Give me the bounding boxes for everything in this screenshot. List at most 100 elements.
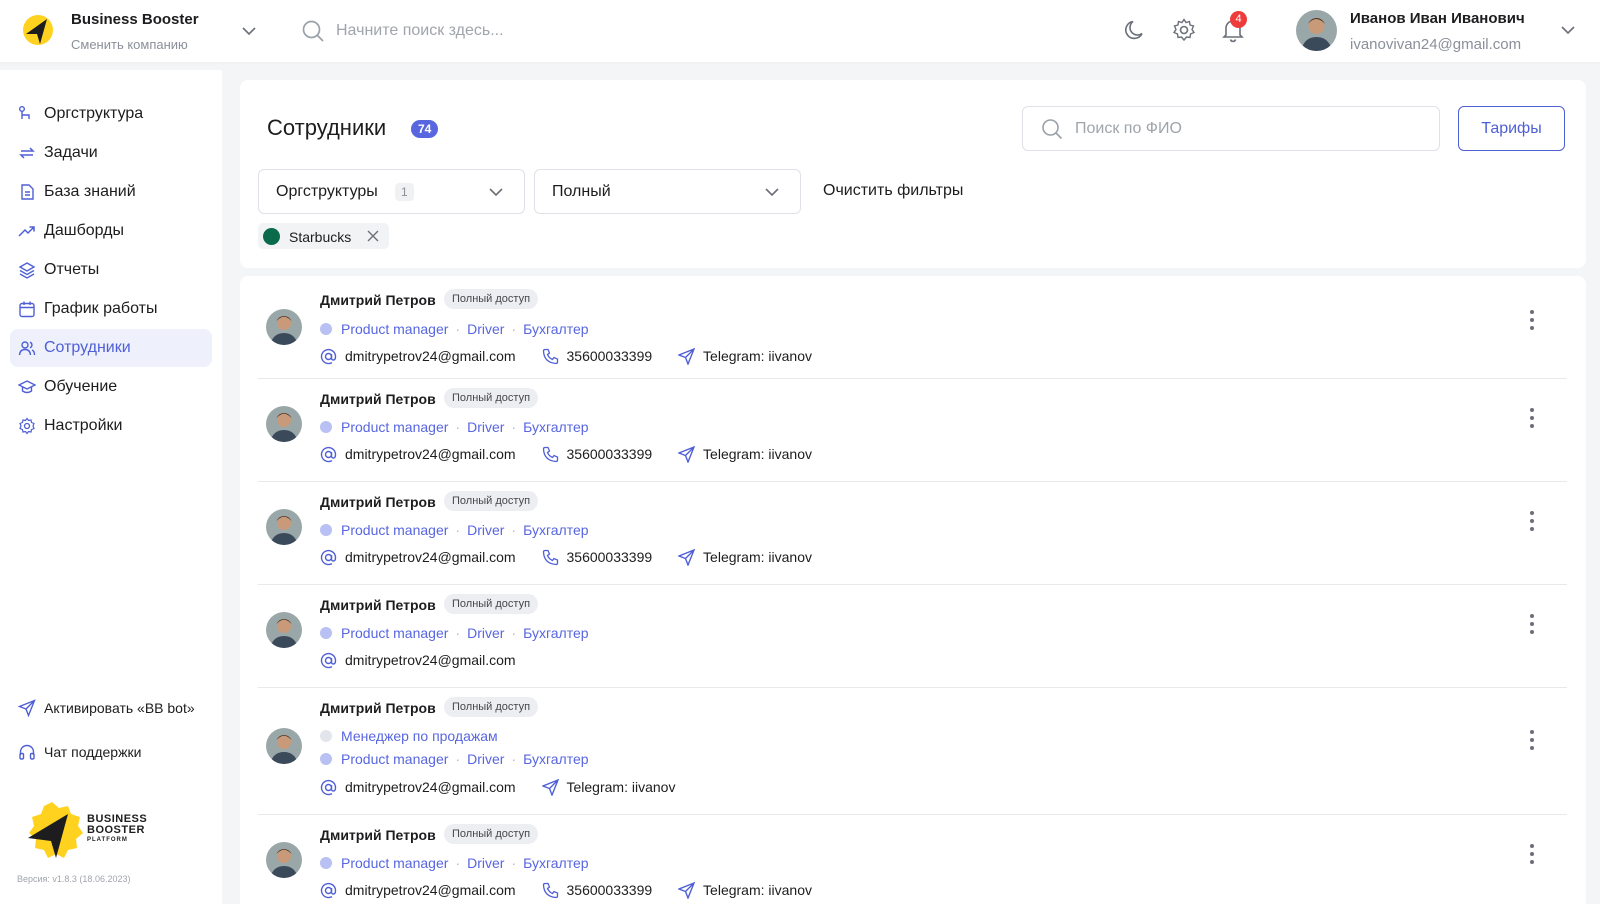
fio-search-input[interactable] — [1075, 117, 1425, 141]
role-link[interactable]: Product manager — [341, 321, 448, 337]
employee-name: Дмитрий Петров — [320, 700, 436, 716]
employee-email[interactable]: dmitrypetrov24@gmail.com — [320, 549, 516, 566]
employee-roles: Product manager · Driver · Бухгалтер — [320, 419, 589, 435]
more-vertical-icon[interactable] — [1528, 729, 1536, 751]
send-icon — [677, 881, 696, 900]
global-search-input[interactable] — [336, 18, 716, 44]
employee-avatar[interactable] — [266, 612, 302, 648]
role-link[interactable]: Driver — [467, 419, 504, 435]
chevron-down-icon[interactable] — [240, 22, 258, 40]
sidebar-item-org[interactable]: Оргструктура — [10, 95, 212, 133]
moon-icon[interactable] — [1122, 17, 1148, 43]
role-link[interactable]: Driver — [467, 855, 504, 871]
access-badge: Полный доступ — [444, 491, 539, 511]
more-vertical-icon[interactable] — [1528, 407, 1536, 429]
top-header: Business Booster Сменить компанию 4 Иван… — [0, 0, 1600, 62]
employee-phone[interactable]: 35600033399 — [542, 549, 652, 566]
role-link[interactable]: Бухгалтер — [523, 419, 588, 435]
employee-avatar[interactable] — [266, 309, 302, 345]
employee-row[interactable]: Дмитрий Петров Полный доступ Product man… — [258, 585, 1567, 688]
sidebar-item-schedule[interactable]: График работы — [10, 290, 212, 328]
sidebar-item-knowledge[interactable]: База знаний — [10, 173, 212, 211]
access-badge: Полный доступ — [444, 824, 539, 844]
employee-telegram[interactable]: Telegram: iivanov — [540, 778, 675, 797]
switch-company-link[interactable]: Сменить компанию — [71, 37, 188, 52]
sidebar-item-employees[interactable]: Сотрудники — [10, 329, 212, 367]
support-chat-link[interactable]: Чат поддержки — [18, 741, 218, 763]
employee-avatar[interactable] — [266, 509, 302, 545]
role-link[interactable]: Product manager — [341, 625, 448, 641]
phone-icon — [542, 348, 558, 365]
employee-telegram[interactable]: Telegram: iivanov — [677, 347, 812, 366]
role-link[interactable]: Бухгалтер — [523, 522, 588, 538]
close-icon[interactable] — [366, 229, 380, 243]
access-badge: Полный доступ — [444, 388, 539, 408]
activate-bot-link[interactable]: Активировать «BB bot» — [18, 697, 218, 719]
sidebar-item-settings[interactable]: Настройки — [10, 407, 212, 445]
phone-icon — [542, 446, 558, 463]
employee-row[interactable]: Дмитрий Петров Полный доступ Product man… — [258, 815, 1567, 904]
employee-phone[interactable]: 35600033399 — [542, 882, 652, 899]
employee-row[interactable]: Дмитрий Петров Полный доступ Менеджер по… — [258, 688, 1567, 815]
fio-search-field[interactable] — [1022, 106, 1440, 151]
user-name: Иванов Иван Иванович — [1350, 10, 1525, 27]
version-label: Версия: v1.8.3 (18.06.2023) — [17, 874, 131, 884]
document-icon — [21, 184, 34, 200]
search-icon — [302, 20, 324, 42]
role-link[interactable]: Бухгалтер — [523, 625, 588, 641]
role-link[interactable]: Driver — [467, 625, 504, 641]
business-booster-platform-logo — [28, 802, 83, 858]
employee-telegram[interactable]: Telegram: iivanov — [677, 881, 812, 900]
activate-bot-label: Активировать «BB bot» — [44, 700, 195, 716]
sidebar-item-dashboards[interactable]: Дашборды — [10, 212, 212, 250]
sidebar-item-tasks[interactable]: Задачи — [10, 134, 212, 172]
employee-roles: Product manager · Driver · Бухгалтер — [320, 751, 589, 767]
role-link[interactable]: Driver — [467, 522, 504, 538]
role-link[interactable]: Product manager — [341, 419, 448, 435]
role-link[interactable]: Driver — [467, 321, 504, 337]
chevron-down-icon[interactable] — [1559, 21, 1577, 39]
employee-avatar[interactable] — [266, 728, 302, 764]
role-link[interactable]: Бухгалтер — [523, 321, 588, 337]
sidebar-item-label: Настройки — [44, 417, 123, 434]
role-link[interactable]: Бухгалтер — [523, 855, 588, 871]
tariffs-button[interactable]: Тарифы — [1458, 106, 1565, 151]
role-link[interactable]: Product manager — [341, 855, 448, 871]
more-vertical-icon[interactable] — [1528, 843, 1536, 865]
user-avatar[interactable] — [1296, 10, 1337, 51]
gear-icon[interactable] — [1171, 17, 1197, 43]
calendar-icon — [19, 301, 35, 318]
access-level-select[interactable]: Полный — [534, 169, 801, 214]
org-structure-select[interactable]: Оргструктуры 1 — [258, 169, 525, 214]
role-dot — [320, 323, 332, 335]
employee-email[interactable]: dmitrypetrov24@gmail.com — [320, 446, 516, 463]
employee-row[interactable]: Дмитрий Петров Полный доступ Product man… — [258, 276, 1567, 379]
role-link[interactable]: Driver — [467, 751, 504, 767]
more-vertical-icon[interactable] — [1528, 510, 1536, 532]
employee-email[interactable]: dmitrypetrov24@gmail.com — [320, 779, 516, 796]
role-link[interactable]: Менеджер по продажам — [341, 728, 498, 744]
employee-email[interactable]: dmitrypetrov24@gmail.com — [320, 882, 516, 899]
employee-email[interactable]: dmitrypetrov24@gmail.com — [320, 348, 516, 365]
business-booster-logo[interactable] — [22, 14, 54, 46]
role-link[interactable]: Product manager — [341, 522, 448, 538]
more-vertical-icon[interactable] — [1528, 309, 1536, 331]
employee-avatar[interactable] — [266, 406, 302, 442]
employee-telegram[interactable]: Telegram: iivanov — [677, 548, 812, 567]
filter-chip-starbucks: Starbucks — [258, 223, 389, 249]
role-link[interactable]: Product manager — [341, 751, 448, 767]
more-vertical-icon[interactable] — [1528, 613, 1536, 635]
sidebar-item-learning[interactable]: Обучение — [10, 368, 212, 406]
brand-line-2: BOOSTER — [87, 824, 145, 836]
employee-email[interactable]: dmitrypetrov24@gmail.com — [320, 652, 516, 669]
clear-filters-button[interactable]: Очистить фильтры — [823, 182, 963, 200]
employee-phone[interactable]: 35600033399 — [542, 348, 652, 365]
employee-phone[interactable]: 35600033399 — [542, 446, 652, 463]
sidebar-item-reports[interactable]: Отчеты — [10, 251, 212, 289]
employee-telegram[interactable]: Telegram: iivanov — [677, 445, 812, 464]
employee-avatar[interactable] — [266, 842, 302, 878]
employee-row[interactable]: Дмитрий Петров Полный доступ Product man… — [258, 482, 1567, 585]
phone-icon — [542, 882, 558, 899]
employee-row[interactable]: Дмитрий Петров Полный доступ Product man… — [258, 379, 1567, 482]
role-link[interactable]: Бухгалтер — [523, 751, 588, 767]
